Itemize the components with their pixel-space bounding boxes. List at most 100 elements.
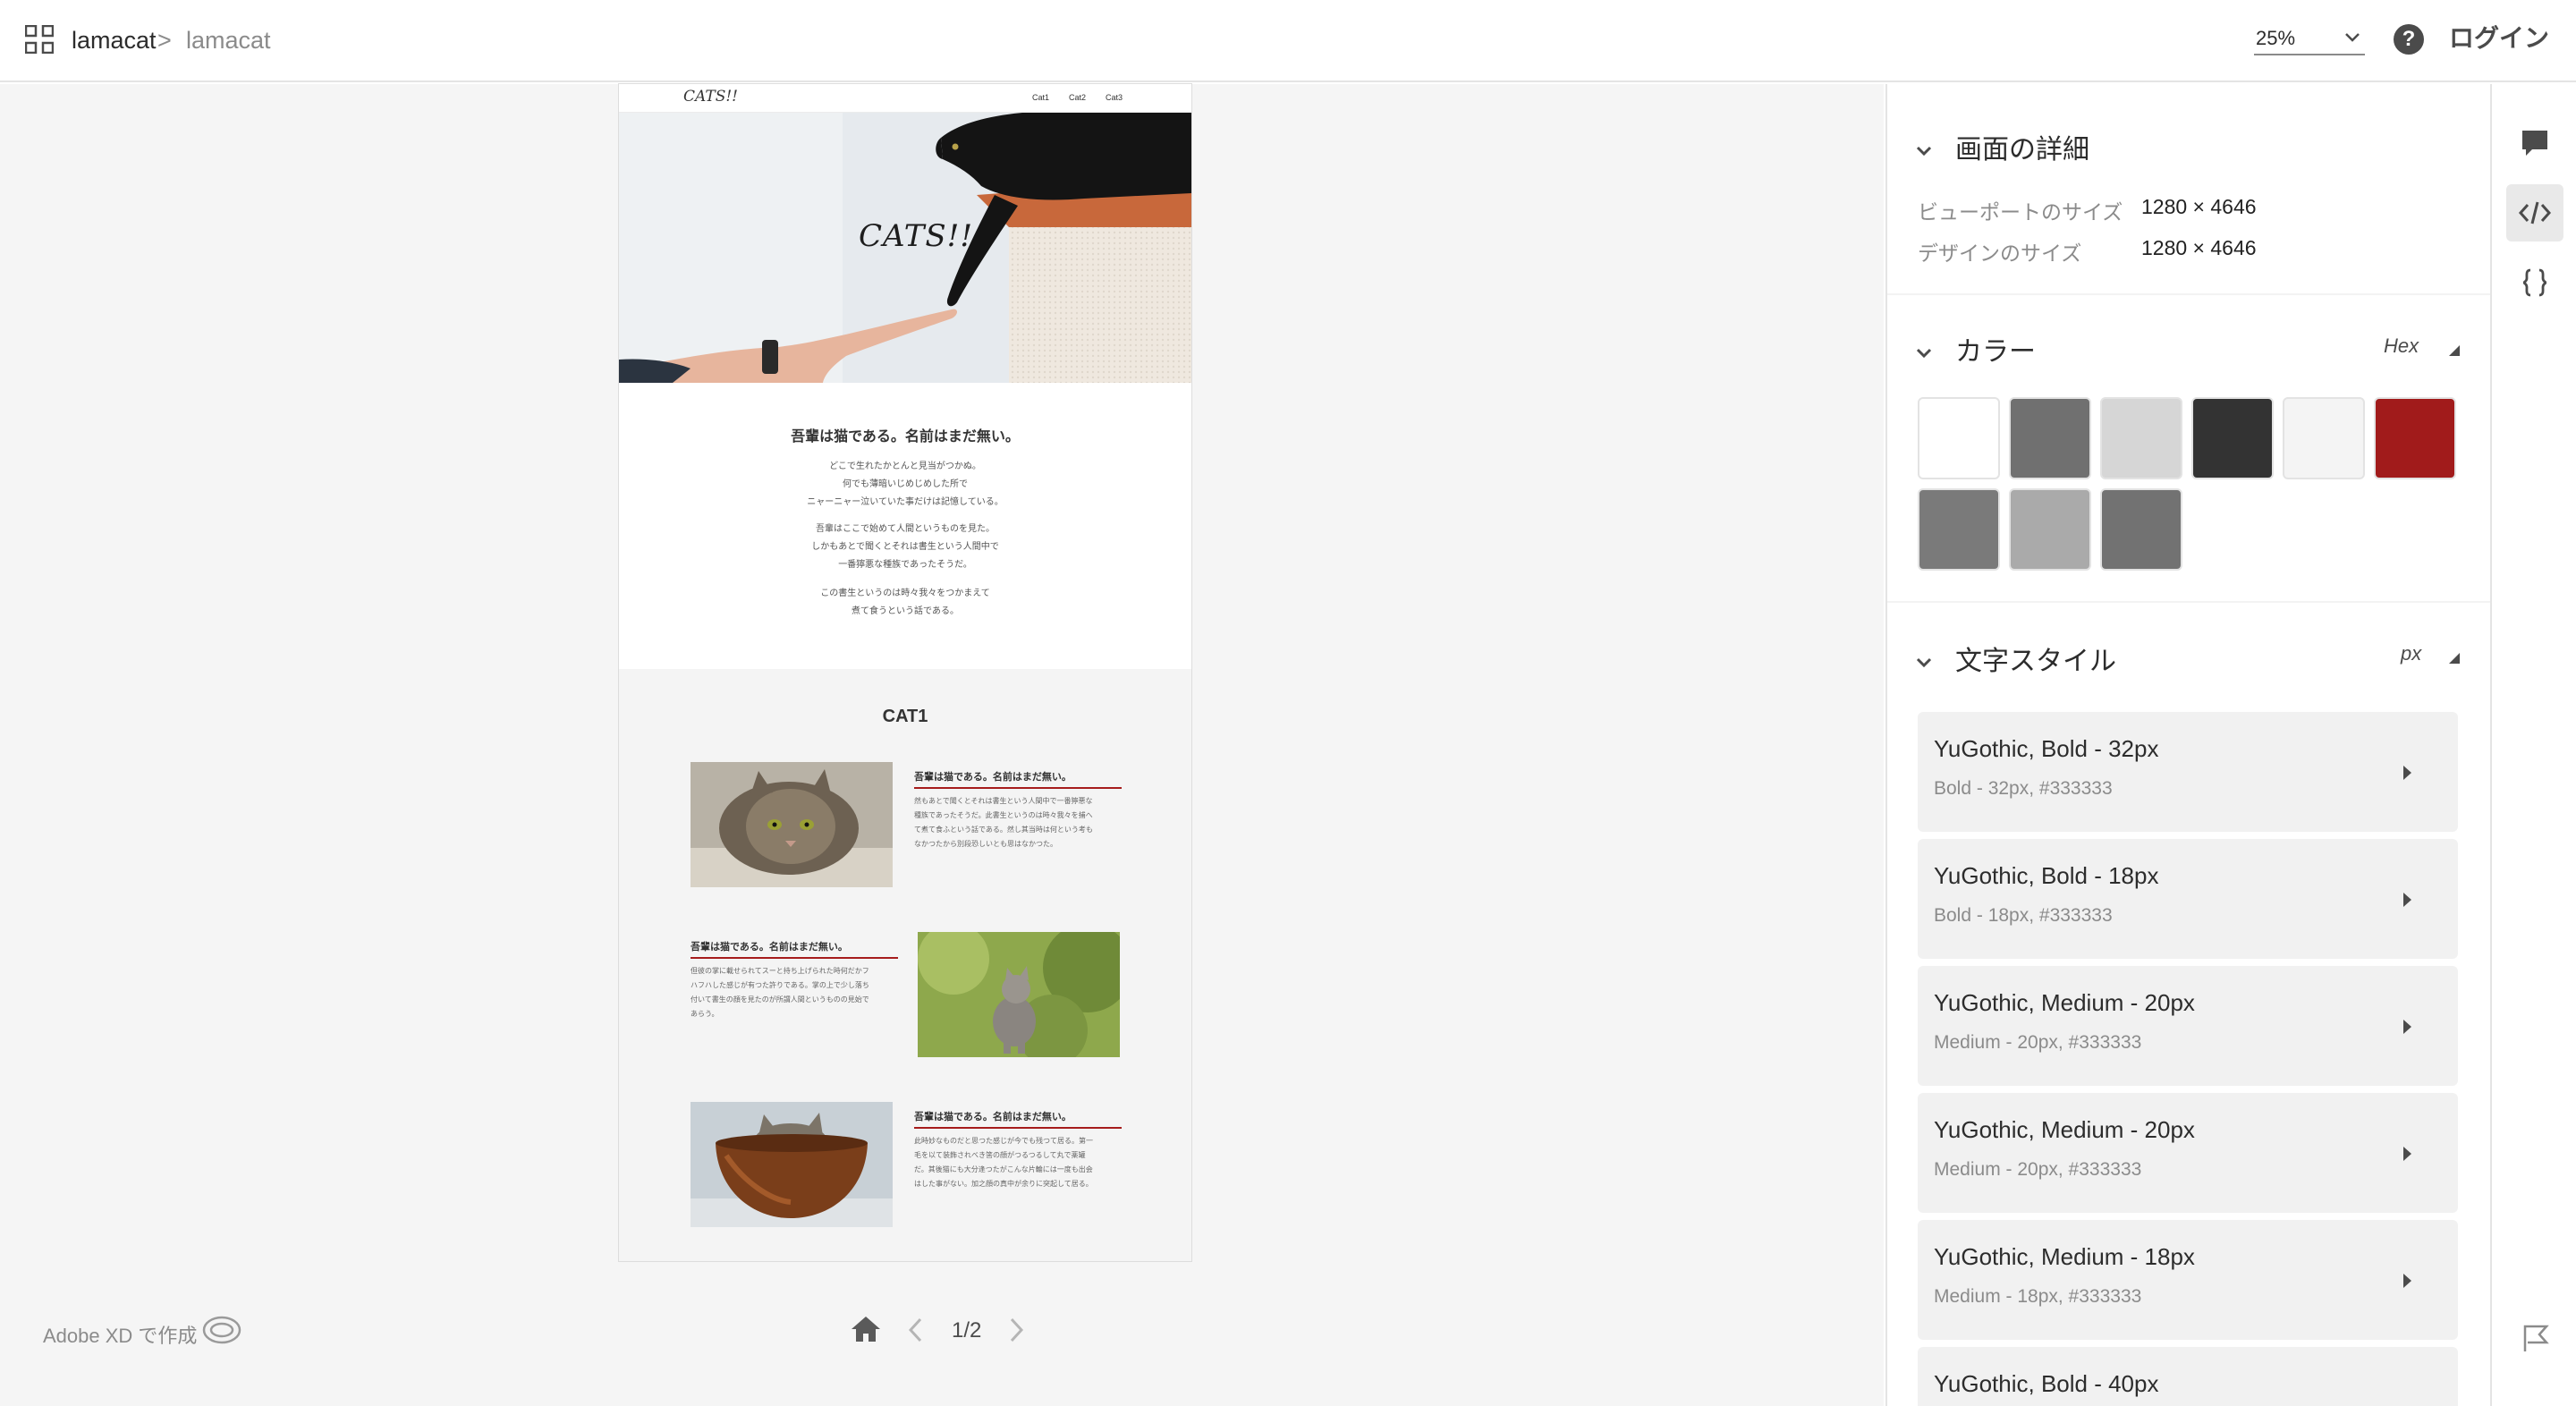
color-swatch[interactable] xyxy=(2009,397,2091,479)
artboard[interactable]: CATS!! Cat1 Cat2 Cat3 CATS!! 吾輩は猫である。名前は… xyxy=(619,84,1191,1261)
comment-icon xyxy=(2522,131,2547,156)
text-styles-section: 文字スタイル px YuGothic, Bold - 32px Bold - 3… xyxy=(1887,603,2490,1406)
flag-button[interactable] xyxy=(2506,1309,2563,1367)
card-text-line: 但彼の掌に載せられてスーと持ち上げられた時何だかフ xyxy=(691,967,869,975)
cat-photo xyxy=(691,762,893,887)
color-swatch[interactable] xyxy=(1918,397,2000,479)
artboard-nav-link[interactable]: Cat3 xyxy=(1106,93,1123,102)
design-size-value: 1280 × 4646 xyxy=(2141,236,2257,259)
artboard-nav-link[interactable]: Cat2 xyxy=(1069,93,1086,102)
text-style-item[interactable]: YuGothic, Bold - 32px Bold - 32px, #3333… xyxy=(1918,712,2458,832)
zoom-select[interactable]: 25% xyxy=(2254,23,2365,55)
cat-photo xyxy=(918,932,1120,1057)
breadcrumb-current: lamacat xyxy=(186,27,271,54)
chevron-down-icon xyxy=(1916,349,1932,359)
artboard-nav: CATS!! Cat1 Cat2 Cat3 xyxy=(619,84,1191,113)
card-heading: 吾輩は猫である。名前はまだ無い。 xyxy=(914,1109,1122,1129)
expand-arrow-icon xyxy=(2403,1020,2411,1034)
text-style-item[interactable]: YuGothic, Bold - 18px Bold - 18px, #3333… xyxy=(1918,839,2458,959)
colors-section: カラー Hex xyxy=(1887,295,2490,601)
inspect-button[interactable] xyxy=(2506,184,2563,241)
color-swatch[interactable] xyxy=(1918,488,2000,571)
chevron-left-icon[interactable] xyxy=(905,1317,927,1343)
card-text-line: 毛を以て装飾されべき筈の顔がつるつるして丸で薬罐 xyxy=(914,1151,1086,1159)
card-heading: 吾輩は猫である。名前はまだ無い。 xyxy=(691,939,898,959)
card-text-line: 然もあとで聞くとそれは書生という人間中で一番獰悪な xyxy=(914,797,1093,805)
text-style-name: YuGothic, Bold - 40px xyxy=(1934,1370,2159,1397)
card-text-line: あらう。 xyxy=(691,1010,719,1018)
color-swatch[interactable] xyxy=(2009,488,2091,571)
intro-paragraph: この書生というのは時々我々をつかまえて 煮て食うという話である。 xyxy=(619,585,1191,621)
intro-heading: 吾輩は猫である。名前はまだ無い。 xyxy=(791,429,1020,445)
expand-arrow-icon xyxy=(2403,1274,2411,1288)
card-text: 此時妙なものだと思つた感じが今でも残つて居る。第一 毛を以て装飾されべき筈の顔が… xyxy=(914,1134,1122,1191)
intro-line: しかもあとで聞くとそれは書生という人間中で xyxy=(811,542,999,552)
color-swatch[interactable] xyxy=(2374,397,2456,479)
hero-title: CATS!! xyxy=(859,218,974,254)
color-swatch[interactable] xyxy=(2283,397,2365,479)
text-style-detail: Medium - 18px, #333333 xyxy=(1934,1286,2142,1307)
screen-details-header[interactable]: 画面の詳細 xyxy=(1916,127,2089,166)
card-text-line: だ。其後猫にも大分逢つたがこんな片輪には一度も出会 xyxy=(914,1165,1093,1173)
intro-line: 煮て食うという話である。 xyxy=(852,606,959,616)
intro-line: 何でも薄暗いじめじめした所で xyxy=(843,479,968,489)
card-text-line: ハフハした感じが有つた許りである。掌の上で少し落ち xyxy=(691,981,869,989)
home-icon[interactable] xyxy=(850,1315,882,1343)
color-format-select[interactable]: Hex xyxy=(2384,335,2419,358)
viewport-size-label: ビューポートのサイズ xyxy=(1918,200,2123,224)
braces-icon xyxy=(2522,268,2547,297)
screen-details-section: 画面の詳細 ビューポートのサイズ 1280 × 4646 デザインのサイズ 12… xyxy=(1887,84,2490,293)
card-text-line: て煮て食ふという話である。然し其当時は何という考も xyxy=(914,826,1093,834)
breadcrumb-project[interactable]: lamacat xyxy=(72,25,157,55)
artboard-logo: CATS!! xyxy=(683,88,739,106)
expand-arrow-icon xyxy=(2403,893,2411,907)
help-button[interactable]: ? xyxy=(2394,24,2424,55)
breadcrumb-separator: > xyxy=(157,27,172,54)
expand-arrow-icon xyxy=(2403,1147,2411,1161)
text-style-item[interactable]: YuGothic, Bold - 40px xyxy=(1918,1347,2458,1406)
text-style-name: YuGothic, Medium - 20px xyxy=(1934,989,2195,1016)
code-export-button[interactable] xyxy=(2506,254,2563,311)
text-styles-header[interactable]: 文字スタイル xyxy=(1916,639,2116,678)
grid-icon[interactable] xyxy=(25,25,54,54)
card-text: 然もあとで聞くとそれは書生という人間中で一番獰悪な 種族であったそうだ。此書生と… xyxy=(914,794,1122,851)
text-style-name: YuGothic, Bold - 32px xyxy=(1934,735,2159,762)
expand-arrow-icon xyxy=(2403,766,2411,780)
flag-icon xyxy=(2523,1325,2549,1351)
text-style-name: YuGothic, Bold - 18px xyxy=(1934,862,2159,889)
card-text-line: なかつたから別段恐しいとも思はなかつた。 xyxy=(914,840,1057,848)
text-style-name: YuGothic, Medium - 18px xyxy=(1934,1243,2195,1270)
card-text-line: 種族であったそうだ。此書生というのは時々我々を捕へ xyxy=(914,811,1093,819)
intro-line: どこで生れたかとんと見当がつかぬ。 xyxy=(829,462,981,471)
color-swatch[interactable] xyxy=(2100,397,2182,479)
color-swatch[interactable] xyxy=(2191,397,2274,479)
color-swatch[interactable] xyxy=(2100,488,2182,571)
screen-details-title: 画面の詳細 xyxy=(1955,135,2089,165)
artboard-nav-link[interactable]: Cat1 xyxy=(1032,93,1049,102)
card-text: 但彼の掌に載せられてスーと持ち上げられた時何だかフ ハフハした感じが有つた許りで… xyxy=(691,964,898,1021)
code-icon xyxy=(2518,201,2552,224)
text-style-detail: Bold - 18px, #333333 xyxy=(1934,905,2113,926)
intro-line: ニャーニャー泣いていた事だけは記憶している。 xyxy=(807,497,1004,507)
text-style-item[interactable]: YuGothic, Medium - 20px Medium - 20px, #… xyxy=(1918,1093,2458,1213)
card-text-line: はした事がない。加之顔の真中が余りに突起して居る。 xyxy=(914,1180,1093,1188)
comments-button[interactable] xyxy=(2506,114,2563,172)
tool-rail xyxy=(2490,84,2576,1406)
card-heading: 吾輩は猫である。名前はまだ無い。 xyxy=(914,769,1122,789)
card-text-line: 此時妙なものだと思つた感じが今でも残つて居る。第一 xyxy=(914,1137,1093,1145)
chevron-down-icon xyxy=(2345,33,2360,42)
chevron-right-icon[interactable] xyxy=(1005,1317,1027,1343)
chevron-down-icon xyxy=(1916,658,1932,668)
text-style-item[interactable]: YuGothic, Medium - 20px Medium - 20px, #… xyxy=(1918,966,2458,1086)
intro-paragraph: 吾輩はここで始めて人間というものを見た。 しかもあとで聞くとそれは書生という人間… xyxy=(619,521,1191,574)
dropdown-corner-icon xyxy=(2449,653,2460,664)
preview-canvas: CATS!! Cat1 Cat2 Cat3 CATS!! 吾輩は猫である。名前は… xyxy=(0,84,1884,1406)
colors-header[interactable]: カラー xyxy=(1916,329,2036,368)
unit-select[interactable]: px xyxy=(2401,642,2421,665)
section-title: CAT1 xyxy=(882,707,928,726)
dropdown-corner-icon xyxy=(2449,345,2460,356)
top-bar: lamacat > lamacat 25% ? ログイン xyxy=(0,0,2576,82)
text-style-detail: Medium - 20px, #333333 xyxy=(1934,1032,2142,1053)
text-style-item[interactable]: YuGothic, Medium - 18px Medium - 18px, #… xyxy=(1918,1220,2458,1340)
login-button[interactable]: ログイン xyxy=(2449,21,2549,55)
